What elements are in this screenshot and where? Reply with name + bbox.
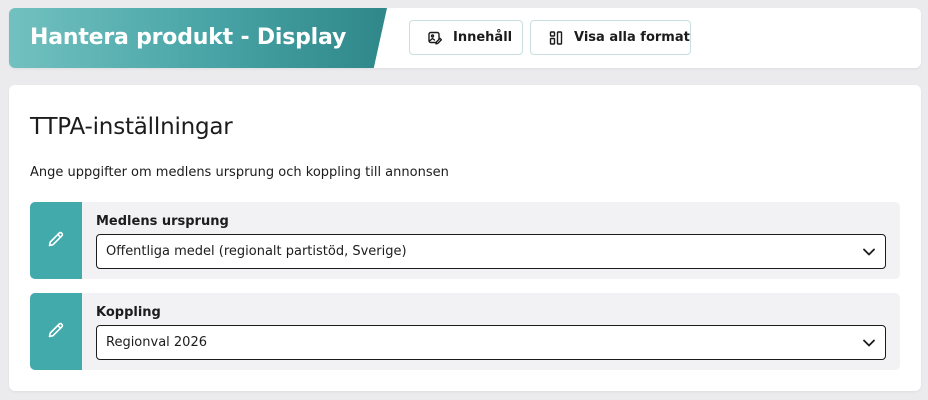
chevron-down-icon xyxy=(862,337,876,349)
connection-field: Koppling Regionval 2026 xyxy=(30,293,900,370)
funding-origin-select[interactable]: Offentliga medel (regionalt partistöd, S… xyxy=(96,234,886,269)
formats-icon xyxy=(549,30,563,45)
connection-value: Regionval 2026 xyxy=(106,335,207,350)
image-edit-icon xyxy=(428,31,443,45)
funding-origin-label: Medlens ursprung xyxy=(96,214,229,229)
ttpa-settings-card: TTPA-inställningar Ange uppgifter om med… xyxy=(9,85,921,391)
funding-origin-value: Offentliga medel (regionalt partistöd, S… xyxy=(106,244,407,259)
show-all-formats-label: Visa alla format xyxy=(574,30,690,45)
connection-select[interactable]: Regionval 2026 xyxy=(96,325,886,360)
section-title: TTPA-inställningar xyxy=(30,114,233,140)
page-title: Hantera produkt - Display xyxy=(30,25,347,50)
content-button-label: Innehåll xyxy=(453,30,513,45)
chevron-down-icon xyxy=(862,246,876,258)
pencil-icon xyxy=(46,320,66,344)
connection-label: Koppling xyxy=(96,305,161,320)
header-bar: Hantera produkt - Display Innehåll Visa … xyxy=(9,8,921,68)
edit-funding-origin-button[interactable] xyxy=(30,202,82,279)
content-button[interactable]: Innehåll xyxy=(409,20,523,55)
pencil-icon xyxy=(46,229,66,253)
show-all-formats-button[interactable]: Visa alla format xyxy=(530,20,691,55)
section-description: Ange uppgifter om medlens ursprung och k… xyxy=(30,165,449,180)
funding-origin-field: Medlens ursprung Offentliga medel (regio… xyxy=(30,202,900,279)
edit-connection-button[interactable] xyxy=(30,293,82,370)
